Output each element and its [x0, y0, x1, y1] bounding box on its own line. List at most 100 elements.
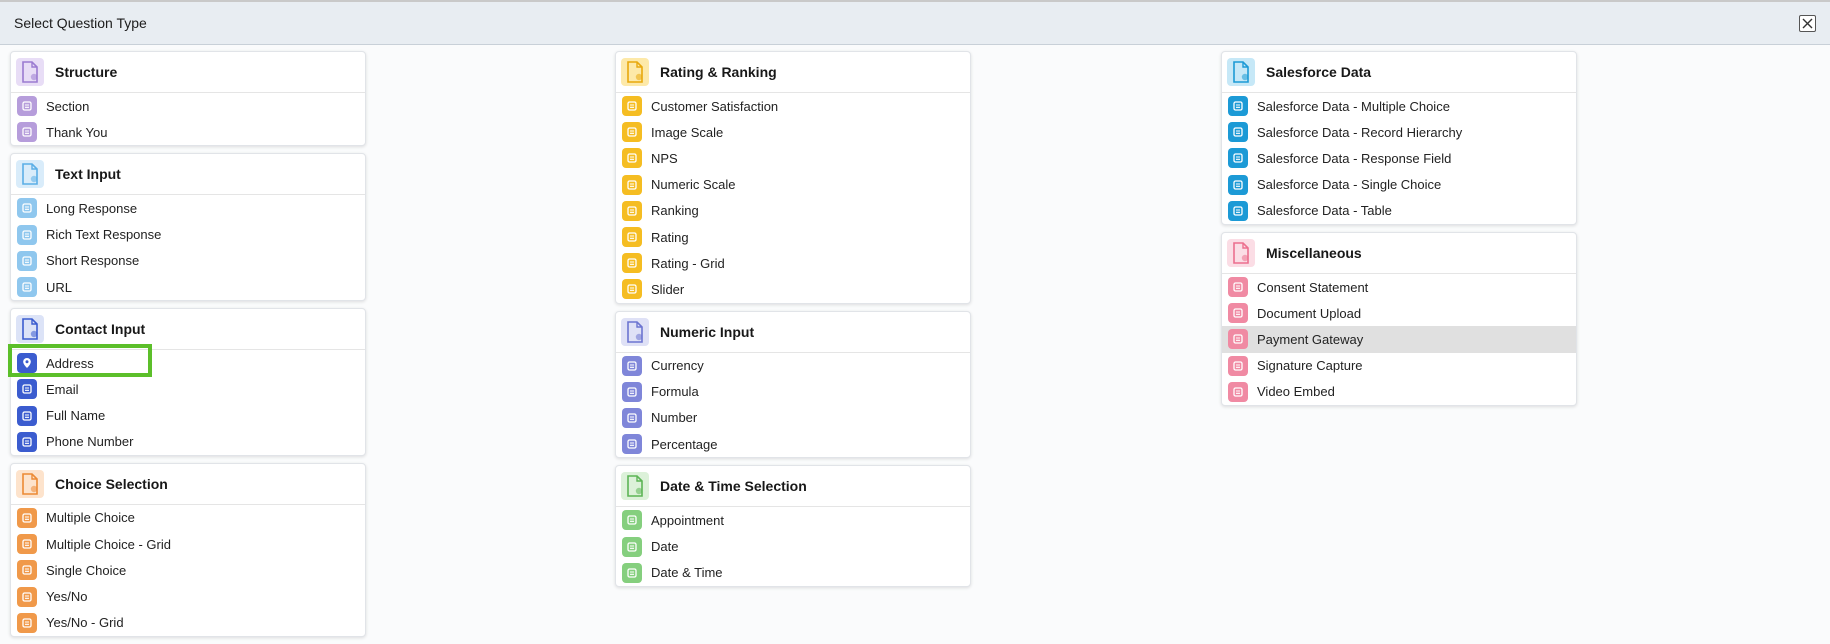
- question-type-salesforce-data-table[interactable]: Salesforce Data - Table: [1222, 198, 1576, 224]
- question-type-ranking[interactable]: Ranking: [616, 198, 970, 224]
- question-type-long-response[interactable]: Long Response: [11, 195, 365, 221]
- yes-no-grid-icon: [17, 612, 37, 633]
- question-type-salesforce-data-record-hierarchy[interactable]: Salesforce Data - Record Hierarchy: [1222, 119, 1576, 145]
- card-miscellaneous: Miscellaneous Consent Statement Document U…: [1221, 231, 1577, 406]
- single-choice-icon: [17, 560, 37, 581]
- short-response-icon: [17, 250, 37, 271]
- image-scale-icon: [622, 122, 642, 143]
- question-type-label: Multiple Choice: [46, 510, 135, 526]
- question-type-label: Salesforce Data - Table: [1257, 203, 1392, 219]
- question-type-single-choice[interactable]: Single Choice: [11, 557, 365, 583]
- question-type-slider[interactable]: Slider: [616, 276, 970, 302]
- question-type-label: Date & Time: [651, 565, 723, 581]
- question-type-label: Rating - Grid: [651, 255, 725, 271]
- rating-icon: [622, 227, 642, 248]
- question-type-label: Document Upload: [1257, 305, 1362, 321]
- card-contact-input: Contact Input Address Email Full Name Phone …: [10, 308, 366, 456]
- question-type-appointment[interactable]: Appointment: [616, 507, 970, 533]
- question-type-rating-grid[interactable]: Rating - Grid: [616, 250, 970, 276]
- card-title: Choice Selection: [55, 475, 168, 492]
- question-type-video-embed[interactable]: Video Embed: [1222, 379, 1576, 405]
- question-type-currency[interactable]: Currency: [616, 353, 970, 379]
- question-type-label: Formula: [651, 384, 699, 400]
- question-type-yes-no-grid[interactable]: Yes/No - Grid: [11, 610, 365, 636]
- question-type-multiple-choice-grid[interactable]: Multiple Choice - Grid: [11, 531, 365, 557]
- question-type-thank-you[interactable]: Thank You: [11, 119, 365, 145]
- choice-selection-icon: [16, 469, 44, 498]
- question-type-image-scale[interactable]: Image Scale: [616, 119, 970, 145]
- question-type-email[interactable]: Email: [11, 376, 365, 402]
- dialog-title: Select Question Type: [14, 15, 147, 31]
- question-type-section[interactable]: Section: [11, 93, 365, 119]
- question-type-label: Short Response: [46, 253, 140, 269]
- question-type-label: Single Choice: [46, 562, 127, 578]
- payment-gateway-icon: [1228, 329, 1248, 350]
- question-type-label: Section: [46, 98, 90, 114]
- question-type-label: Image Scale: [651, 124, 724, 140]
- numeric-input-icon: [621, 317, 649, 346]
- question-type-document-upload[interactable]: Document Upload: [1222, 300, 1576, 326]
- contact-input-icon: [16, 315, 44, 344]
- question-type-url[interactable]: URL: [11, 274, 365, 300]
- question-type-label: Payment Gateway: [1257, 331, 1364, 347]
- question-type-rating[interactable]: Rating: [616, 224, 970, 250]
- card-title: Text Input: [55, 166, 121, 183]
- card-header: Miscellaneous: [1222, 233, 1576, 274]
- question-type-multiple-choice[interactable]: Multiple Choice: [11, 505, 365, 531]
- question-type-rich-text-response[interactable]: Rich Text Response: [11, 222, 365, 248]
- question-type-full-name[interactable]: Full Name: [11, 403, 365, 429]
- long-response-icon: [17, 198, 37, 219]
- question-type-label: Number: [651, 410, 698, 426]
- question-type-label: Numeric Scale: [651, 177, 736, 193]
- date-and-time-icon: [622, 562, 642, 583]
- question-type-label: Currency: [651, 358, 704, 374]
- question-type-label: Signature Capture: [1257, 358, 1363, 374]
- rating-and-ranking-icon: [621, 58, 649, 86]
- card-header: Text Input: [11, 154, 365, 196]
- question-type-label: Long Response: [46, 200, 138, 216]
- question-type-customer-satisfaction[interactable]: Customer Satisfaction: [616, 93, 970, 119]
- question-type-label: Email: [46, 381, 79, 397]
- yes-no-icon: [17, 586, 37, 607]
- question-type-percentage[interactable]: Percentage: [616, 431, 970, 457]
- rich-text-response-icon: [17, 224, 37, 245]
- question-type-label: Full Name: [46, 408, 106, 424]
- question-type-salesforce-data-multiple-choice[interactable]: Salesforce Data - Multiple Choice: [1222, 93, 1576, 119]
- question-type-consent-statement[interactable]: Consent Statement: [1222, 274, 1576, 300]
- card-choice-selection: Choice Selection Multiple Choice Multiple …: [10, 462, 366, 637]
- question-type-phone-number[interactable]: Phone Number: [11, 429, 365, 455]
- card-rating-and-ranking: Rating & Ranking Customer Satisfaction Ima…: [615, 51, 971, 304]
- question-type-signature-capture[interactable]: Signature Capture: [1222, 353, 1576, 379]
- close-button[interactable]: [1799, 15, 1816, 32]
- question-type-label: Ranking: [651, 203, 699, 219]
- question-type-date-and-time[interactable]: Date & Time: [616, 560, 970, 586]
- section-icon: [17, 96, 37, 117]
- question-type-yes-no[interactable]: Yes/No: [11, 583, 365, 609]
- date-icon: [622, 536, 642, 557]
- multiple-choice-icon: [17, 507, 37, 528]
- question-type-short-response[interactable]: Short Response: [11, 248, 365, 274]
- formula-icon: [622, 381, 642, 402]
- text-input-icon: [16, 160, 44, 189]
- question-type-formula[interactable]: Formula: [616, 379, 970, 405]
- close-icon: [1802, 18, 1813, 29]
- question-type-label: NPS: [651, 150, 678, 166]
- question-type-date[interactable]: Date: [616, 533, 970, 559]
- question-type-salesforce-data-single-choice[interactable]: Salesforce Data - Single Choice: [1222, 172, 1576, 198]
- card-text-input: Text Input Long Response Rich Text Respons…: [10, 153, 366, 302]
- question-type-nps[interactable]: NPS: [616, 145, 970, 171]
- card-header: Choice Selection: [11, 464, 365, 505]
- question-type-label: Rating: [651, 229, 689, 245]
- question-type-payment-gateway[interactable]: Payment Gateway: [1222, 326, 1576, 353]
- question-type-address[interactable]: Address: [11, 350, 365, 376]
- salesforce-data-table-icon: [1228, 200, 1248, 221]
- question-type-numeric-scale[interactable]: Numeric Scale: [616, 172, 970, 198]
- question-type-salesforce-data-response-field[interactable]: Salesforce Data - Response Field: [1222, 145, 1576, 171]
- card-numeric-input: Numeric Input Currency Formula Number Percen…: [615, 310, 971, 459]
- consent-statement-icon: [1228, 277, 1248, 298]
- question-type-number[interactable]: Number: [616, 405, 970, 431]
- appointment-icon: [622, 510, 642, 531]
- question-type-label: Address: [46, 355, 94, 371]
- card-header: Date & Time Selection: [616, 466, 970, 508]
- miscellaneous-icon: [1227, 238, 1255, 267]
